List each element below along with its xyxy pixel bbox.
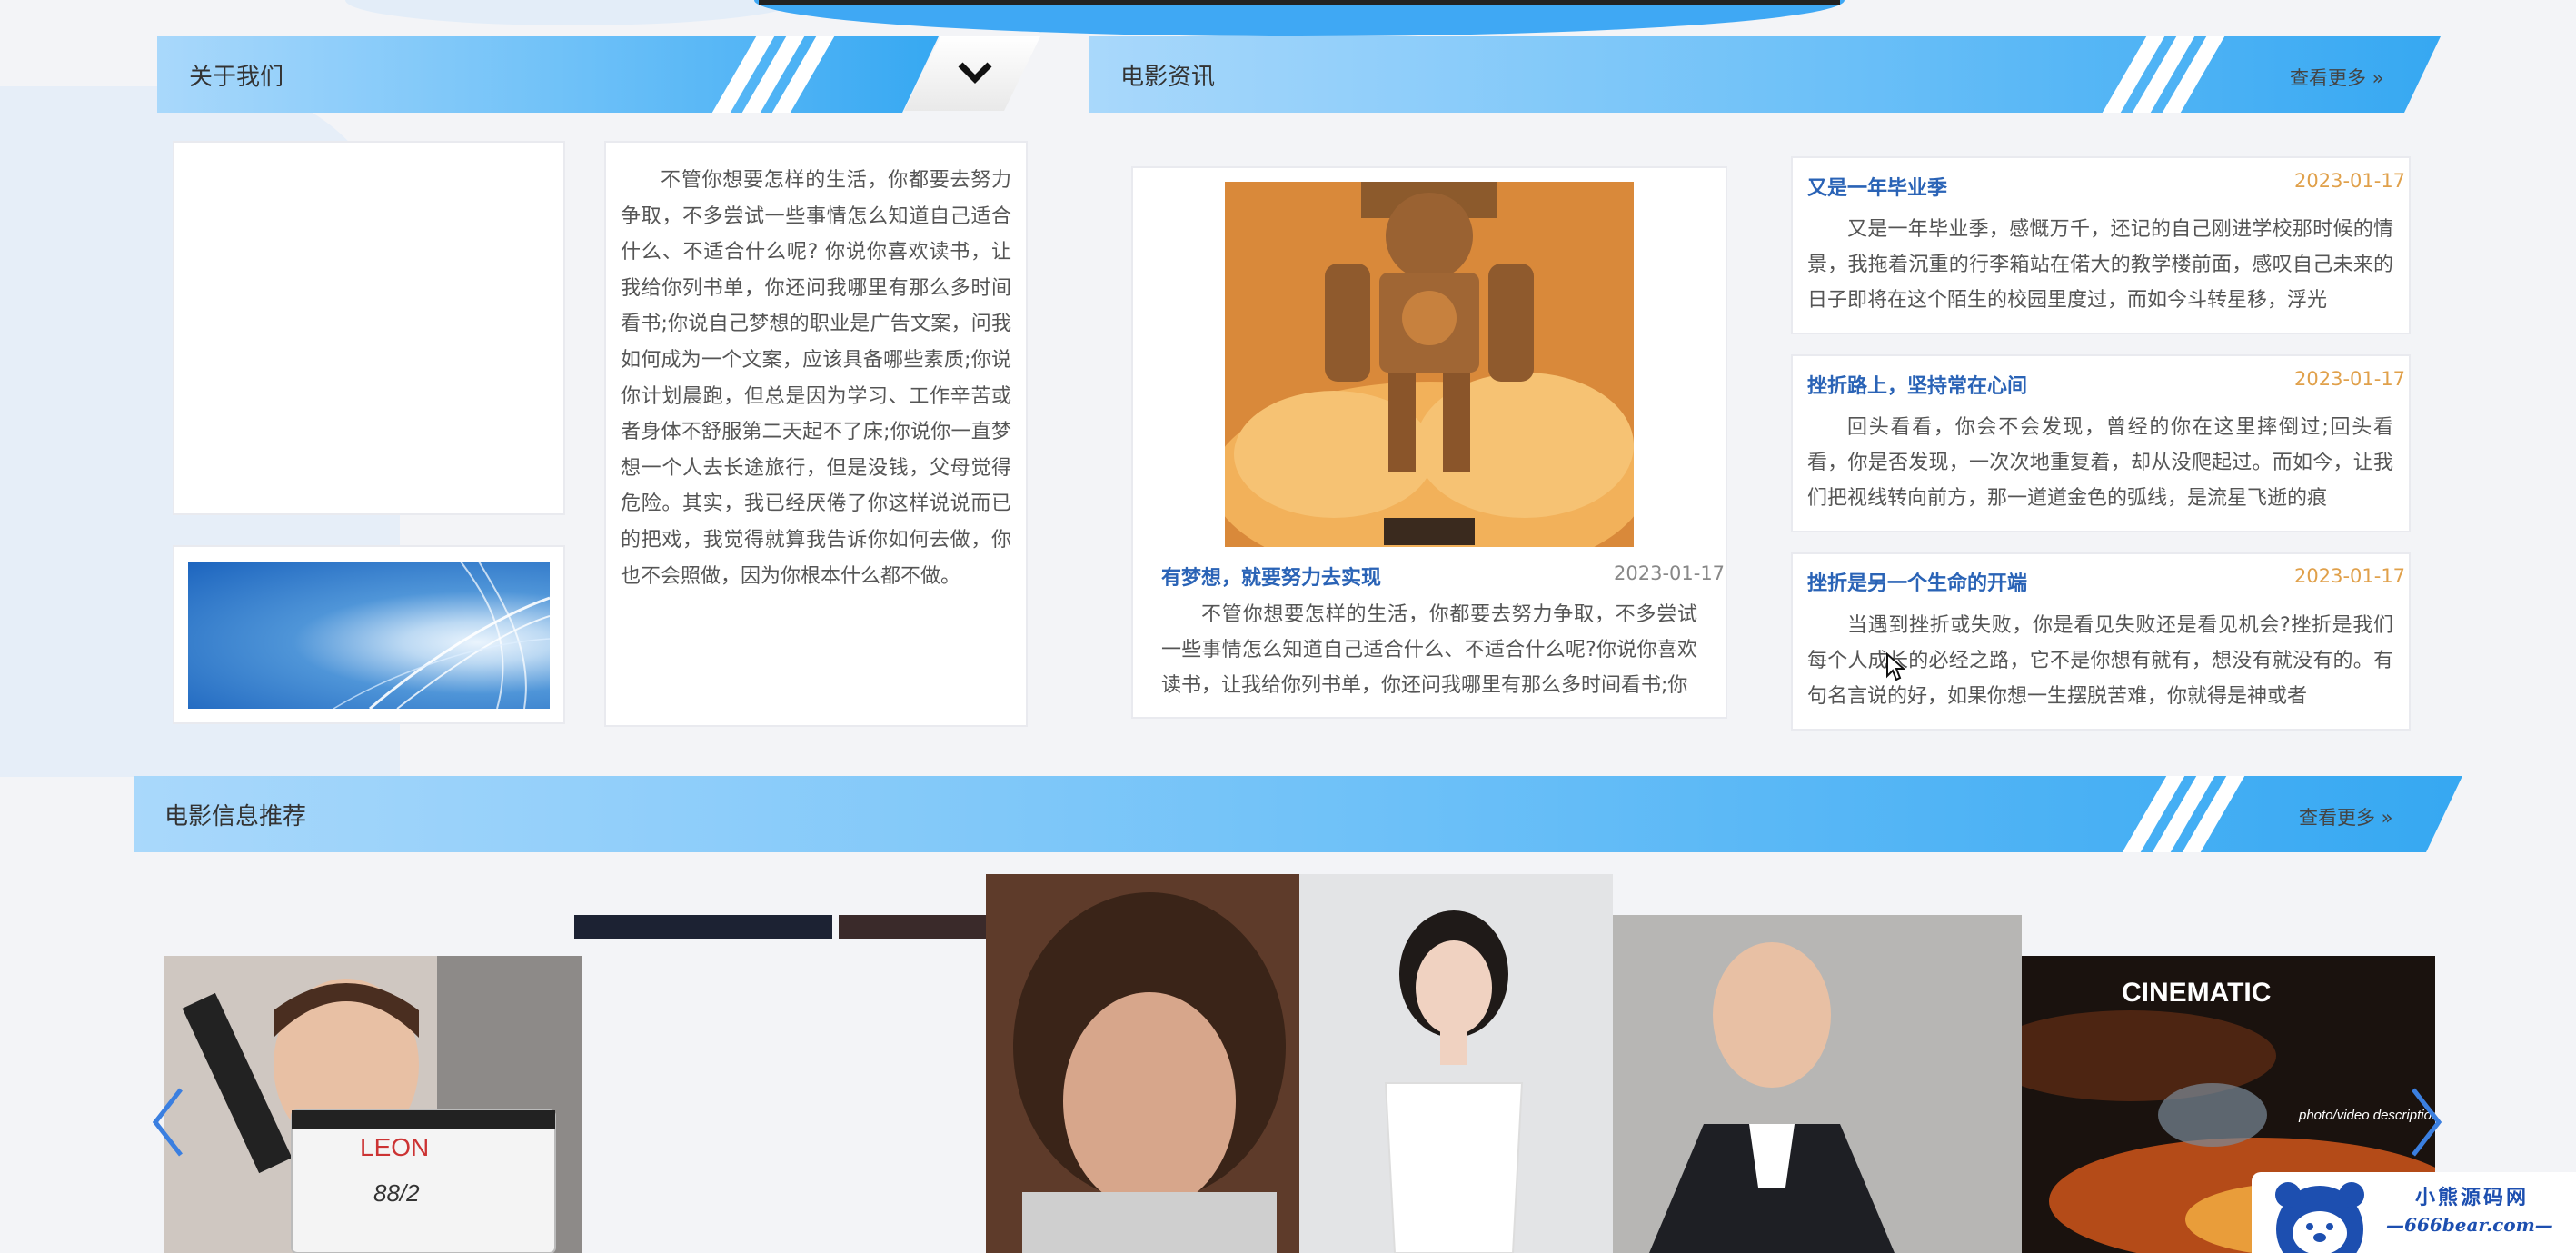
news-section-title: 电影资讯 (1120, 64, 1216, 91)
cinematic-title: CINEMATIC (2122, 978, 2271, 1008)
news-item-title[interactable]: 挫折路上，坚持常在心间 (1807, 370, 2027, 399)
featured-news-summary: 不管你想要怎样的生活，你都要去努力争取，不多尝试一些事情怎么知道自己适合什么、不… (1161, 603, 1697, 697)
chevron-down-icon (957, 60, 993, 85)
recommend-more-link[interactable]: 查看更多 » (2299, 803, 2393, 830)
news-more-link[interactable]: 查看更多 » (2290, 64, 2384, 91)
news-item-date: 2023-01-17 (2294, 170, 2406, 192)
movie-card-leon[interactable]: LEON 88/2 (164, 956, 582, 1253)
news-item-date: 2023-01-17 (2294, 368, 2406, 390)
clapper-text: LEON (360, 1133, 429, 1161)
movie-card-thumbnail[interactable] (839, 915, 986, 939)
movie-card-thumbnail[interactable] (574, 915, 832, 939)
recommend-section-title: 电影信息推荐 (164, 803, 307, 830)
bear-logo-icon (2275, 1182, 2364, 1253)
watermark-logo: 小熊源码网 —666bear.com— (2252, 1172, 2576, 1253)
banner-swoosh-graphic (333, 562, 550, 709)
portrait-graphic (1613, 915, 2022, 1253)
featured-news-title[interactable]: 有梦想，就要努力去实现 (1161, 562, 1381, 591)
about-section-title: 关于我们 (189, 64, 284, 91)
recommend-section-header: 电影信息推荐 查看更多 » (134, 776, 2462, 852)
background-shape (345, 0, 800, 25)
featured-news-date: 2023-01-17 (1614, 562, 1726, 584)
chevron-right-icon[interactable] (2408, 1086, 2444, 1159)
watermark-url: —666bear.com— (2386, 1214, 2553, 1236)
movie-card-actor[interactable] (1613, 915, 2022, 1253)
news-item-summary: 回头看看，你会不会发现，曾经的你在这里摔倒过;回头看看，你是否发现，一次次地重复… (1807, 416, 2393, 510)
clapper-text: 88/2 (373, 1179, 420, 1207)
about-image-placeholder (173, 141, 565, 515)
mouse-cursor-icon (1886, 652, 1905, 681)
news-item-summary: 又是一年毕业季，感慨万千，还记的自己刚进学校那时候的情景，我拖着沉重的行李箱站在… (1807, 218, 2393, 312)
portrait-graphic (986, 874, 1299, 1253)
portrait-graphic (1299, 874, 1613, 1253)
movie-card-actress-portrait[interactable] (986, 874, 1299, 1253)
news-section-header: 电影资讯 查看更多 » (1089, 36, 2441, 113)
about-banner-image (188, 562, 550, 709)
about-text-card: 不管你想要怎样的生活，你都要去努力争取，不多尝试一些事情怎么知道自己适合什么、不… (604, 141, 1028, 727)
robot-poster-graphic (1225, 182, 1634, 547)
background-divider (759, 0, 1840, 5)
watermark-title: 小熊源码网 (2415, 1187, 2530, 1209)
featured-news-image[interactable] (1225, 182, 1634, 547)
news-item-title[interactable]: 挫折是另一个生命的开端 (1807, 567, 2027, 596)
chevron-left-icon[interactable] (150, 1086, 186, 1159)
about-section-header: 关于我们 (157, 36, 939, 113)
news-item-date: 2023-01-17 (2294, 565, 2406, 587)
movie-card-actress-white[interactable] (1299, 874, 1613, 1253)
background-shape (754, 0, 1845, 36)
news-item-title[interactable]: 又是一年毕业季 (1807, 172, 1947, 201)
leon-poster-graphic: LEON 88/2 (164, 956, 582, 1253)
about-text: 不管你想要怎样的生活，你都要去努力争取，不多尝试一些事情怎么知道自己适合什么、不… (621, 169, 1011, 588)
